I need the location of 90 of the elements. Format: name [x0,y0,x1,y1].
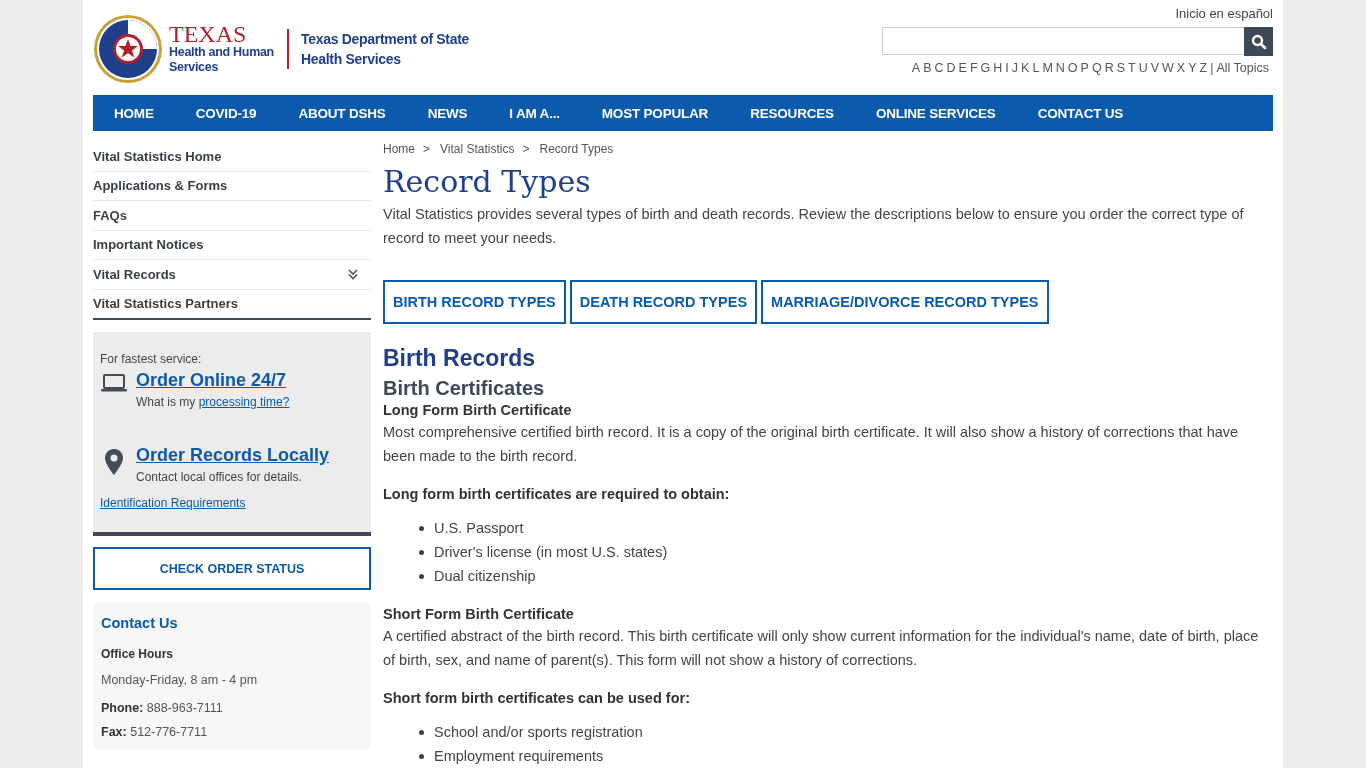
az-link[interactable]: Z [1199,61,1208,75]
az-link[interactable]: Y [1188,61,1197,75]
seal-logo-icon[interactable] [93,13,163,84]
list-item: Driver's license (in most U.S. states) [434,543,668,562]
az-link[interactable]: E [958,61,967,75]
az-link[interactable]: B [923,61,932,75]
az-link[interactable]: A [911,61,921,75]
order-intro: For fastest service: [100,352,203,366]
az-link[interactable]: U [1138,61,1148,75]
office-hours: Monday-Friday, 8 am - 4 pm [101,673,259,687]
az-link[interactable]: W [1162,61,1174,75]
sidebar-item[interactable]: Vital Statistics Partners [93,296,238,312]
order-online-link[interactable]: Order Online 24/7 [136,370,290,391]
search-button[interactable] [1244,27,1273,56]
laptop-icon [100,373,128,393]
order-locally-link[interactable]: Order Records Locally [136,445,330,466]
nav-item[interactable]: NEWS [406,105,489,121]
identification-link[interactable]: Identification Requirements [100,496,246,510]
nav-item[interactable]: I AM A... [488,105,581,121]
phone-number: Phone: 888-963-7111 [101,701,224,715]
agency-subtitle: Health and Human Services [169,44,275,75]
page-title: Record Types [383,164,592,200]
az-link[interactable]: L [1032,61,1040,75]
certificate-heading: Short Form Birth Certificate [383,605,575,624]
list-item: Employment requirements [434,747,604,766]
az-link[interactable]: S [1116,61,1125,75]
record-type-button[interactable]: MARRIAGE/DIVORCE RECORD TYPES [761,280,1049,324]
az-link[interactable]: I [1005,61,1009,75]
contact-title: Contact Us [101,615,179,631]
nav-item[interactable]: ABOUT DSHS [277,105,407,121]
nav-item[interactable]: HOME [93,105,175,121]
record-type-button[interactable]: BIRTH RECORD TYPES [383,280,566,324]
processing-time-link[interactable]: processing time? [198,395,290,409]
agency-name: TEXAS [169,22,248,45]
az-link[interactable]: R [1104,61,1114,75]
department-name: Texas Department of State Health Services [301,29,471,69]
az-link[interactable]: P [1080,61,1089,75]
list-lead-text: Long form birth certificates are required to obtain: [383,485,731,504]
fax-number: Fax: 512-776-7711 [101,725,209,739]
search-field[interactable] [882,27,1244,55]
az-link[interactable]: X [1176,61,1186,75]
breadcrumb-separator: > [423,142,431,156]
check-order-status-button[interactable]: CHECK ORDER STATUS [93,547,371,590]
language-link[interactable]: Inicio en español [1175,6,1273,21]
az-link[interactable]: Q [1091,61,1102,75]
az-link[interactable]: O [1067,61,1078,75]
description-text: Most comprehensive certified birth record. It is a copy of the original birth certificate. It will also show a history of corrections that have been made to the birth record. [383,423,1240,466]
az-link[interactable]: N [1055,61,1065,75]
nav-item[interactable]: CONTACT US [1016,105,1145,121]
description-text: A certified abstract of the birth record. This birth certificate will only show current information for the individual's name, date of birth, place of birth, sex, and name of parent(s). This form will not show a history of corrections. [383,627,1260,670]
sidebar-item[interactable]: Applications & Forms [93,178,228,194]
list-item: School and/or sports registration [434,723,643,742]
record-type-button[interactable]: DEATH RECORD TYPES [569,280,758,324]
processing-note: What is my processing time? [136,395,290,409]
sidebar-item[interactable]: Vital Statistics Home [93,148,222,164]
az-link[interactable]: G [980,61,991,75]
breadcrumb-current: Record Types [539,142,614,156]
all-topics-link[interactable]: All Topics [1216,61,1269,75]
az-link[interactable]: H [993,61,1003,75]
subsection-heading: Birth Certificates [383,376,546,400]
breadcrumb-link[interactable]: Vital Statistics [440,142,515,156]
search-icon [1250,33,1267,50]
certificate-heading: Long Form Birth Certificate [383,401,573,420]
breadcrumb-link[interactable]: Home [383,142,415,156]
local-note: Contact local offices for details. [136,470,303,484]
az-link[interactable]: K [1021,61,1030,75]
nav-item[interactable]: RESOURCES [729,105,855,121]
map-pin-icon [104,448,124,476]
sidebar-item[interactable]: Important Notices [93,237,204,253]
list-item: U.S. Passport [434,519,524,538]
az-link[interactable]: M [1042,61,1053,75]
office-hours-label: Office Hours [101,647,174,661]
az-link[interactable]: F [969,61,978,75]
az-link[interactable]: T [1128,61,1136,75]
list-lead-text: Short form birth certificates can be used for: [383,689,691,708]
intro-text: Vital Statistics provides several types of birth and death records. Review the descriptions below to ensure you order the correct type of record to meet your needs. [383,205,1245,248]
az-link[interactable]: V [1150,61,1160,75]
list-item: Dual citizenship [434,567,536,586]
sidebar-item[interactable]: Vital Records [93,266,176,282]
az-link[interactable]: C [934,61,944,75]
az-link[interactable]: D [946,61,956,75]
sidebar-item[interactable]: FAQs [93,207,127,223]
nav-item[interactable]: MOST POPULAR [580,105,730,121]
nav-item[interactable]: ONLINE SERVICES [854,105,1017,121]
chevron-down-icon[interactable] [347,268,359,281]
nav-item[interactable]: COVID-19 [174,105,278,121]
separator: | [1210,61,1214,75]
section-heading: Birth Records [383,344,537,372]
az-link[interactable]: J [1011,61,1019,75]
breadcrumb-separator: > [522,142,530,156]
